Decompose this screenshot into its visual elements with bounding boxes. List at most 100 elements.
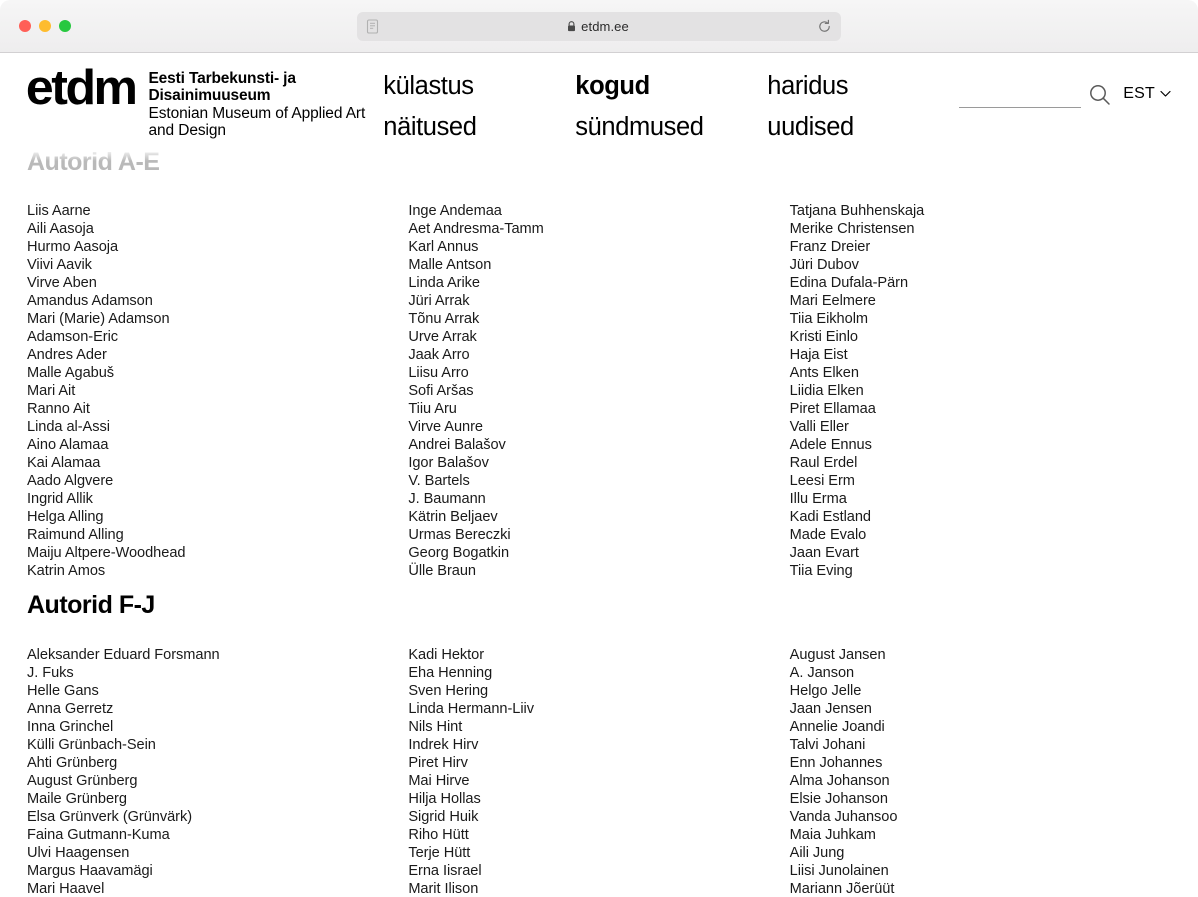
author-link[interactable]: Piret Ellamaa xyxy=(790,400,1171,418)
author-link[interactable]: Jaan Jensen xyxy=(790,700,1171,718)
author-link[interactable]: Külli Grünbach-Sein xyxy=(27,736,408,754)
nav-item-sundmused[interactable]: sündmused xyxy=(575,107,767,148)
author-link[interactable]: Karl Annus xyxy=(408,238,789,256)
author-link[interactable]: Kristi Einlo xyxy=(790,328,1171,346)
close-window-button[interactable] xyxy=(19,20,31,32)
author-link[interactable]: Merike Christensen xyxy=(790,220,1171,238)
author-link[interactable]: Hilja Hollas xyxy=(408,790,789,808)
author-link[interactable]: Tiia Eikholm xyxy=(790,310,1171,328)
author-link[interactable]: Inge Andemaa xyxy=(408,202,789,220)
author-link[interactable]: Jaan Evart xyxy=(790,544,1171,562)
author-link[interactable]: Aet Andresma-Tamm xyxy=(408,220,789,238)
author-link[interactable]: Mariann Jõerüüt xyxy=(790,880,1171,897)
author-link[interactable]: Ants Elken xyxy=(790,364,1171,382)
author-link[interactable]: Talvi Johani xyxy=(790,736,1171,754)
author-link[interactable]: Inna Grinchel xyxy=(27,718,408,736)
author-link[interactable]: Haja Eist xyxy=(790,346,1171,364)
author-link[interactable]: Jaak Arro xyxy=(408,346,789,364)
author-link[interactable]: Sigrid Huik xyxy=(408,808,789,826)
author-link[interactable]: Sofi Aršas xyxy=(408,382,789,400)
author-link[interactable]: Ingrid Allik xyxy=(27,490,408,508)
author-link[interactable]: August Jansen xyxy=(790,646,1171,664)
author-link[interactable]: J. Baumann xyxy=(408,490,789,508)
author-link[interactable]: Kai Alamaa xyxy=(27,454,408,472)
address-bar[interactable]: etdm.ee xyxy=(357,12,841,41)
author-link[interactable]: V. Bartels xyxy=(408,472,789,490)
reload-icon[interactable] xyxy=(817,19,832,34)
author-link[interactable]: Jüri Dubov xyxy=(790,256,1171,274)
language-selector[interactable]: EST xyxy=(1123,85,1171,103)
author-link[interactable]: Edina Dufala-Pärn xyxy=(790,274,1171,292)
author-link[interactable]: Viivi Aavik xyxy=(27,256,408,274)
author-link[interactable]: Illu Erma xyxy=(790,490,1171,508)
author-link[interactable]: Hurmo Aasoja xyxy=(27,238,408,256)
author-link[interactable]: Aili Jung xyxy=(790,844,1171,862)
author-link[interactable]: Anna Gerretz xyxy=(27,700,408,718)
nav-item-haridus[interactable]: haridus xyxy=(767,66,959,107)
minimize-window-button[interactable] xyxy=(39,20,51,32)
author-link[interactable]: Erna Iisrael xyxy=(408,862,789,880)
author-link[interactable]: Katrin Amos xyxy=(27,562,408,580)
author-link[interactable]: Annelie Joandi xyxy=(790,718,1171,736)
author-link[interactable]: Igor Balašov xyxy=(408,454,789,472)
author-link[interactable]: Urmas Bereczki xyxy=(408,526,789,544)
author-link[interactable]: Tiia Eving xyxy=(790,562,1171,580)
nav-item-uudised[interactable]: uudised xyxy=(767,107,959,148)
nav-item-naitused[interactable]: näitused xyxy=(383,107,575,148)
author-link[interactable]: Aino Alamaa xyxy=(27,436,408,454)
brand[interactable]: etdm Eesti Tarbekunsti- ja Disainimuuseu… xyxy=(26,63,383,139)
author-link[interactable]: Linda al-Assi xyxy=(27,418,408,436)
nav-item-kogud[interactable]: kogud xyxy=(575,66,767,107)
author-link[interactable]: Elsa Grünverk (Grünvärk) xyxy=(27,808,408,826)
author-link[interactable]: Aado Algvere xyxy=(27,472,408,490)
author-link[interactable]: Aili Aasoja xyxy=(27,220,408,238)
author-link[interactable]: Marit Ilison xyxy=(408,880,789,897)
author-link[interactable]: Andrei Balašov xyxy=(408,436,789,454)
author-link[interactable]: Helle Gans xyxy=(27,682,408,700)
author-link[interactable]: Maile Grünberg xyxy=(27,790,408,808)
author-link[interactable]: Linda Arike xyxy=(408,274,789,292)
author-link[interactable]: Ahti Grünberg xyxy=(27,754,408,772)
author-link[interactable]: Georg Bogatkin xyxy=(408,544,789,562)
author-link[interactable]: August Grünberg xyxy=(27,772,408,790)
author-link[interactable]: Indrek Hirv xyxy=(408,736,789,754)
reader-view-icon[interactable] xyxy=(366,19,379,34)
author-link[interactable]: Nils Hint xyxy=(408,718,789,736)
author-link[interactable]: Liidia Elken xyxy=(790,382,1171,400)
author-link[interactable]: Ülle Braun xyxy=(408,562,789,580)
search-box[interactable] xyxy=(959,80,1113,108)
author-link[interactable]: A. Janson xyxy=(790,664,1171,682)
author-link[interactable]: Jüri Arrak xyxy=(408,292,789,310)
author-link[interactable]: Liisi Junolainen xyxy=(790,862,1171,880)
author-link[interactable]: Piret Hirv xyxy=(408,754,789,772)
author-link[interactable]: Adele Ennus xyxy=(790,436,1171,454)
author-link[interactable]: Made Evalo xyxy=(790,526,1171,544)
author-link[interactable]: Tiiu Aru xyxy=(408,400,789,418)
author-link[interactable]: Ulvi Haagensen xyxy=(27,844,408,862)
author-link[interactable]: Faina Gutmann-Kuma xyxy=(27,826,408,844)
author-link[interactable]: Virve Aunre xyxy=(408,418,789,436)
author-link[interactable]: Mari Eelmere xyxy=(790,292,1171,310)
author-link[interactable]: Liisu Arro xyxy=(408,364,789,382)
author-link[interactable]: Mai Hirve xyxy=(408,772,789,790)
author-link[interactable]: Tatjana Buhhenskaja xyxy=(790,202,1171,220)
author-link[interactable]: Malle Agabuš xyxy=(27,364,408,382)
url-display[interactable]: etdm.ee xyxy=(379,19,817,34)
author-link[interactable]: Kadi Hektor xyxy=(408,646,789,664)
author-link[interactable]: J. Fuks xyxy=(27,664,408,682)
author-link[interactable]: Kadi Estland xyxy=(790,508,1171,526)
author-link[interactable]: Virve Aben xyxy=(27,274,408,292)
zoom-window-button[interactable] xyxy=(59,20,71,32)
author-link[interactable]: Helga Alling xyxy=(27,508,408,526)
author-link[interactable]: Ranno Ait xyxy=(27,400,408,418)
author-link[interactable]: Margus Haavamägi xyxy=(27,862,408,880)
author-link[interactable]: Linda Hermann-Liiv xyxy=(408,700,789,718)
etdm-logo[interactable]: etdm xyxy=(26,63,138,112)
author-link[interactable]: Riho Hütt xyxy=(408,826,789,844)
author-link[interactable]: Maia Juhkam xyxy=(790,826,1171,844)
search-input[interactable] xyxy=(959,80,1082,108)
author-link[interactable]: Aleksander Eduard Forsmann xyxy=(27,646,408,664)
author-link[interactable]: Eha Henning xyxy=(408,664,789,682)
author-link[interactable]: Alma Johanson xyxy=(790,772,1171,790)
author-link[interactable]: Vanda Juhansoo xyxy=(790,808,1171,826)
